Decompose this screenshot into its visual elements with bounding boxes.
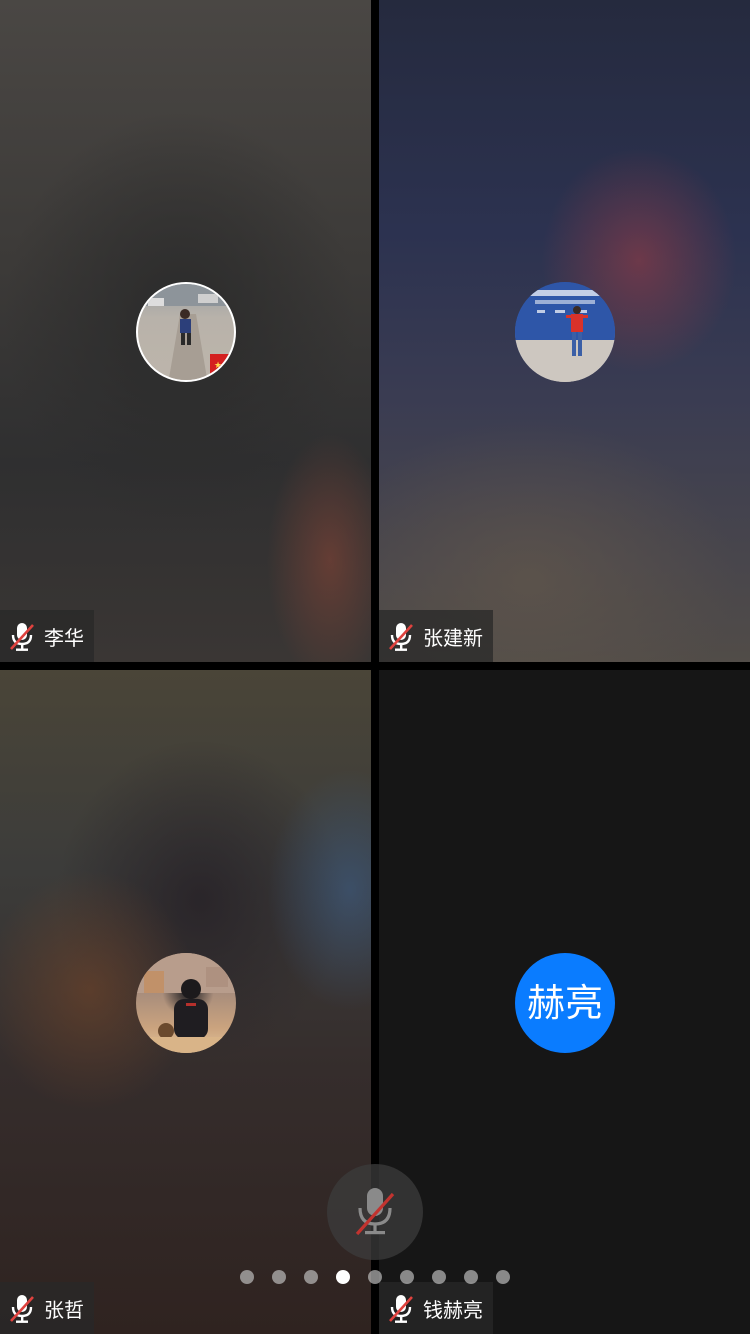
mic-toggle-button[interactable]: [327, 1164, 423, 1260]
participant-tile[interactable]: 张建新: [379, 0, 750, 662]
page-dot-active[interactable]: [336, 1270, 350, 1284]
mic-off-icon: [389, 1295, 413, 1323]
avatar-photo: [136, 953, 236, 1053]
page-dot[interactable]: [496, 1270, 510, 1284]
participant-avatar: ★: [136, 282, 236, 382]
page-indicator: [0, 1270, 750, 1284]
mic-off-icon: [10, 1295, 34, 1323]
participant-name-tag: 钱赫亮: [379, 1282, 493, 1334]
participant-name: 张建新: [423, 625, 483, 650]
mic-off-icon: [10, 623, 34, 651]
page-dot[interactable]: [240, 1270, 254, 1284]
participant-tile[interactable]: ★ 李华: [0, 0, 371, 662]
participant-tile[interactable]: 赫亮 钱赫亮: [379, 670, 750, 1334]
participant-name-tag: 李华: [0, 610, 94, 662]
participant-name-tag: 张哲: [0, 1282, 94, 1334]
page-dot[interactable]: [432, 1270, 446, 1284]
participant-name: 李华: [44, 625, 84, 650]
page-dot[interactable]: [400, 1270, 414, 1284]
participant-tile[interactable]: 张哲: [0, 670, 371, 1334]
participant-avatar: [136, 953, 236, 1053]
page-dot[interactable]: [464, 1270, 478, 1284]
participant-name: 张哲: [44, 1297, 84, 1322]
avatar-photo: ★: [138, 284, 234, 380]
participant-avatar-initials: 赫亮: [515, 953, 615, 1053]
participant-name: 钱赫亮: [423, 1297, 483, 1322]
page-dot[interactable]: [304, 1270, 318, 1284]
page-dot[interactable]: [368, 1270, 382, 1284]
video-call-screen: ★ 李华 张建新 张哲 赫亮 钱赫亮: [0, 0, 750, 1334]
participant-name-tag: 张建新: [379, 610, 493, 662]
mic-off-icon: [389, 623, 413, 651]
mic-off-icon: [355, 1188, 395, 1236]
svg-text:★: ★: [214, 361, 222, 371]
avatar-photo: [515, 282, 615, 382]
participant-avatar: [515, 282, 615, 382]
page-dot[interactable]: [272, 1270, 286, 1284]
